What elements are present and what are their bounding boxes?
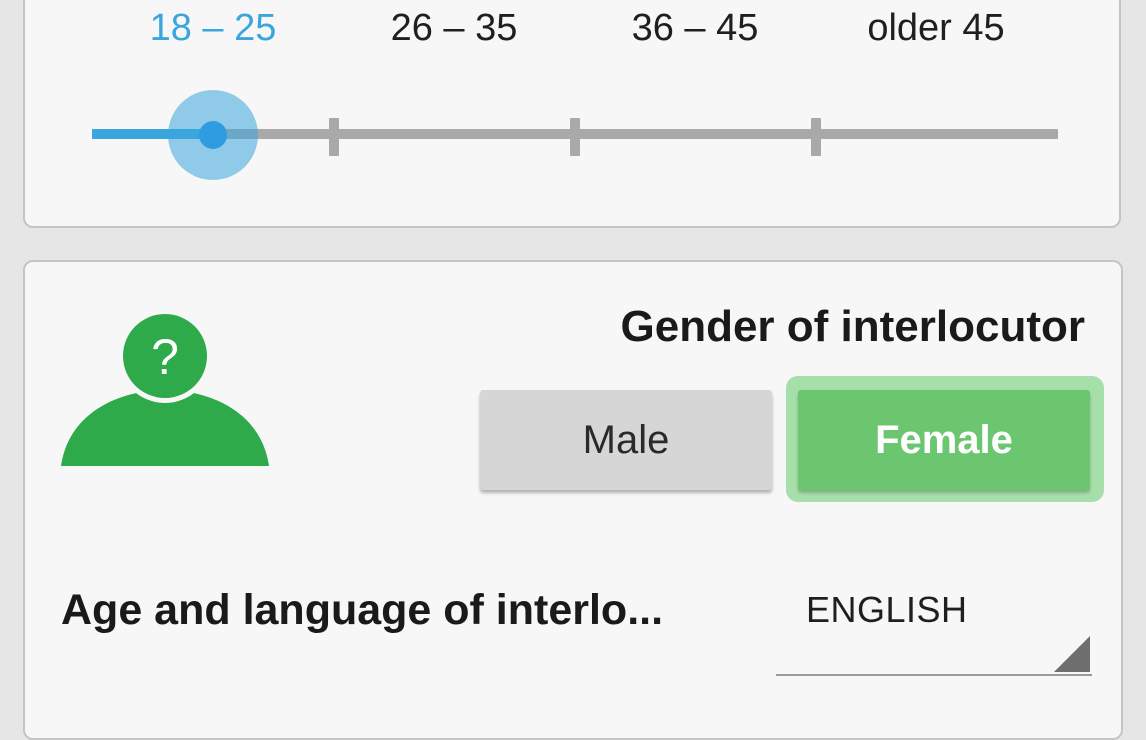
age-slider-tick bbox=[570, 118, 580, 156]
age-slider-thumb[interactable] bbox=[199, 121, 227, 149]
person-question-icon: ? bbox=[61, 314, 269, 466]
age-range-label-26-35[interactable]: 26 – 35 bbox=[391, 6, 518, 50]
age-range-card: 18 – 25 26 – 35 36 – 45 older 45 bbox=[23, 0, 1121, 228]
gender-language-card: ? Gender of interlocutor Male Female Age… bbox=[23, 260, 1123, 740]
male-button[interactable]: Male bbox=[480, 390, 772, 490]
dropdown-arrow-icon bbox=[1054, 636, 1090, 672]
age-range-label-36-45[interactable]: 36 – 45 bbox=[632, 6, 759, 50]
language-dropdown[interactable]: ENGLISH bbox=[776, 580, 1092, 678]
age-slider-tick bbox=[329, 118, 339, 156]
female-button[interactable]: Female bbox=[798, 390, 1090, 490]
question-mark-icon: ? bbox=[151, 329, 179, 385]
age-range-label-older-45[interactable]: older 45 bbox=[867, 6, 1004, 50]
language-dropdown-value: ENGLISH bbox=[806, 589, 968, 630]
age-language-label: Age and language of interlo... bbox=[61, 586, 664, 634]
gender-title: Gender of interlocutor bbox=[620, 302, 1085, 351]
age-slider-tick bbox=[811, 118, 821, 156]
age-range-label-18-25[interactable]: 18 – 25 bbox=[150, 6, 277, 50]
language-dropdown-underline bbox=[776, 674, 1092, 676]
